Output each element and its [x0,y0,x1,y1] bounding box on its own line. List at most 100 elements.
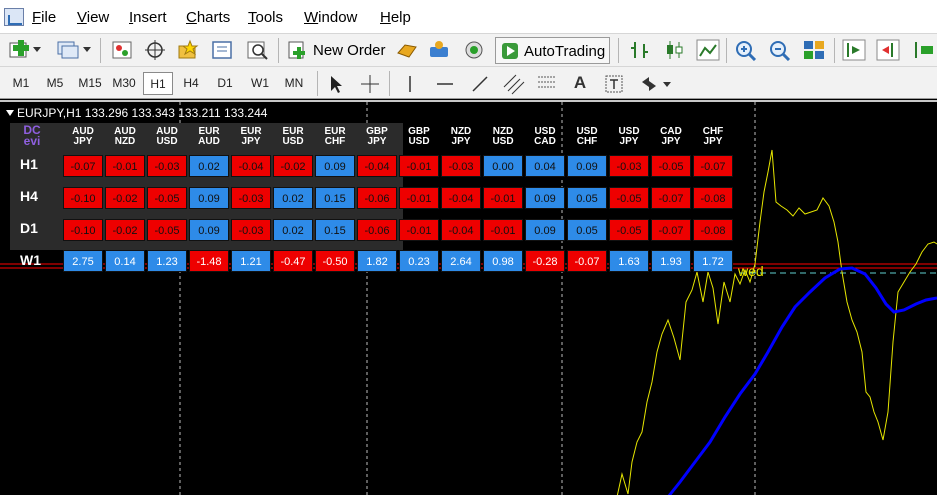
timeframe-h1[interactable]: H1 [143,72,173,95]
strength-cell: -0.10 [63,187,103,209]
tile-windows-icon[interactable] [802,39,826,61]
menu-view[interactable]: View [77,9,109,26]
strength-cell: 0.02 [189,155,229,177]
zoom-out-icon[interactable] [768,39,792,61]
menu-help[interactable]: Help [380,9,411,26]
strength-cell: -0.50 [315,250,355,272]
market-icon[interactable] [462,39,486,61]
signals-icon[interactable] [427,39,451,61]
timeframe-mn[interactable]: MN [279,72,309,95]
strength-cell: 0.09 [567,155,607,177]
new-chart-icon[interactable] [8,39,32,61]
pair-header: EUR AUD [198,126,220,147]
pair-header: CAD JPY [660,126,682,147]
row-label-d1: D1 [20,220,38,236]
chart-window[interactable]: EURJPY,H1 133.296 133.343 133.211 133.24… [0,100,937,495]
strategy-tester-icon[interactable] [245,39,269,61]
candlestick-icon[interactable] [662,39,686,61]
pair-header: AUD NZD [114,126,136,147]
pair-header: NZD JPY [450,126,472,147]
strength-cell: -0.02 [273,155,313,177]
strength-cell: 0.98 [483,250,523,272]
strength-cell: -0.06 [357,187,397,209]
toolbar-separator [726,38,727,63]
profiles-icon[interactable] [56,39,80,61]
app-icon [4,8,24,26]
autotrading-button[interactable]: AutoTrading [495,37,611,64]
arrows-icon[interactable] [638,73,660,95]
timeframe-w1[interactable]: W1 [245,72,275,95]
text-tool-icon[interactable]: A [570,73,590,93]
strength-cell: -0.03 [231,187,271,209]
pair-header: EUR CHF [324,126,346,147]
strength-cell: -0.04 [441,219,481,241]
arrows-dropdown-icon[interactable] [663,82,671,87]
crosshair-icon[interactable] [360,74,380,94]
strength-cell: -0.04 [231,155,271,177]
timeframe-d1[interactable]: D1 [211,72,239,95]
timeframe-m1[interactable]: M1 [7,72,35,95]
strength-cell: -0.08 [693,219,733,241]
day-marker-label: wed [738,263,764,279]
line-chart-icon[interactable] [696,39,720,61]
toolbar-separator [834,38,835,63]
menu-charts[interactable]: Charts [186,9,230,26]
trendline-icon[interactable] [470,74,490,94]
data-window-icon[interactable] [143,39,167,61]
horizontal-line-icon[interactable] [435,74,455,94]
new-chart-dropdown-icon[interactable] [33,47,41,52]
indicators-icon[interactable] [910,39,934,61]
strength-cell: -0.03 [609,155,649,177]
autotrading-icon [502,43,518,59]
chart-title: EURJPY,H1 133.296 133.343 133.211 133.24… [6,106,267,120]
menu-window[interactable]: Window [304,9,357,26]
bar-chart-icon[interactable] [628,39,652,61]
toolbar-separator [100,38,101,63]
strength-cell: -0.01 [483,187,523,209]
timeframe-m30[interactable]: M30 [109,72,139,95]
equidistant-channel-icon[interactable] [502,73,526,95]
strength-cell: -0.05 [609,187,649,209]
chart-shift-icon[interactable] [876,39,900,61]
terminal-icon[interactable] [210,39,234,61]
vertical-line-icon[interactable] [400,74,420,94]
strength-cell: -0.28 [525,250,565,272]
strength-cell: -0.07 [693,155,733,177]
cursor-icon[interactable] [326,74,346,94]
strength-cell: -0.01 [483,219,523,241]
strength-cell: 1.82 [357,250,397,272]
pair-header: GBP USD [408,126,430,147]
zoom-in-icon[interactable] [734,39,758,61]
strength-cell: -0.07 [651,219,691,241]
chart-menu-arrow-icon [6,110,14,116]
timeframe-m5[interactable]: M5 [41,72,69,95]
pair-header: NZD USD [492,126,514,147]
menu-tools[interactable]: Tools [248,9,283,26]
menu-insert[interactable]: Insert [129,9,167,26]
timeframe-h4[interactable]: H4 [177,72,205,95]
strength-cell: -0.04 [357,155,397,177]
strength-cell: -0.01 [399,219,439,241]
strength-cell: 0.02 [273,187,313,209]
strength-cell: 0.02 [273,219,313,241]
text-label-icon[interactable] [603,73,625,95]
pair-header: GBP JPY [366,126,388,147]
strength-cell: -0.05 [147,219,187,241]
gold-bar-icon[interactable] [395,39,419,61]
strength-cell: 2.64 [441,250,481,272]
strength-cell: -0.05 [609,219,649,241]
strength-cell: -0.10 [63,219,103,241]
menu-file[interactable]: File [32,9,56,26]
pair-header: USD JPY [618,126,640,147]
strength-cell: 1.21 [231,250,271,272]
profiles-dropdown-icon[interactable] [83,47,91,52]
navigator-icon[interactable] [176,39,200,61]
strength-cell: 0.04 [525,155,565,177]
timeframe-m15[interactable]: M15 [75,72,105,95]
market-watch-icon[interactable] [110,39,134,61]
strength-cell: -0.01 [399,155,439,177]
menu-bar: File View Insert Charts Tools Window Hel… [0,0,937,33]
fibonacci-icon[interactable] [536,73,558,95]
auto-scroll-icon[interactable] [842,39,866,61]
new-order-button[interactable]: New Order [285,37,386,64]
